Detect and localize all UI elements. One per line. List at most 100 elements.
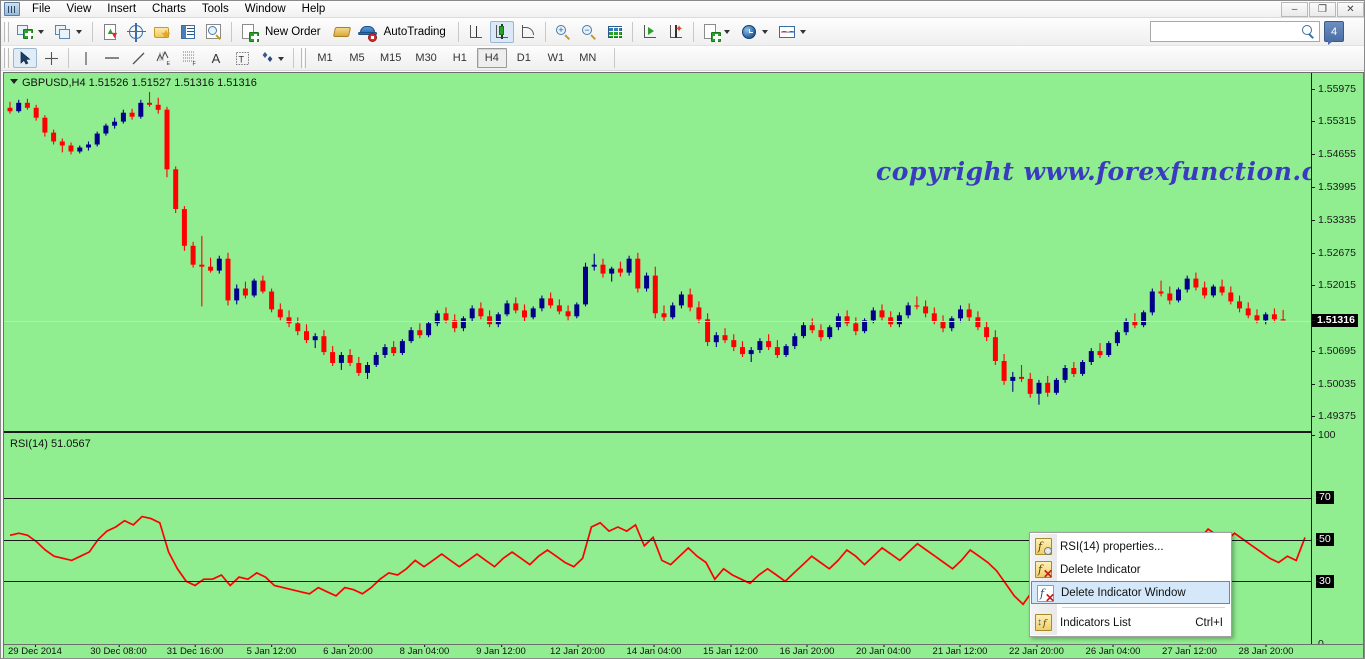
fibonacci-tool[interactable]: F xyxy=(178,48,202,68)
crosshair-tool[interactable] xyxy=(39,48,63,68)
price-tick: 1.55315 xyxy=(1312,115,1356,128)
timeframe-grip[interactable] xyxy=(301,48,306,68)
market-watch-icon: ▲ ▼ xyxy=(104,23,119,40)
chevron-down-icon[interactable] xyxy=(761,29,768,34)
timeframe-d1[interactable]: D1 xyxy=(509,48,539,68)
clock-icon xyxy=(740,23,758,41)
profiles-button[interactable] xyxy=(51,21,87,43)
menu-item-help[interactable]: Help xyxy=(294,1,334,17)
vertical-line-icon xyxy=(85,51,87,65)
restore-button[interactable]: ❐ xyxy=(1309,2,1336,17)
tile-windows-button[interactable] xyxy=(603,21,627,43)
time-tick: 14 Jan 04:00 xyxy=(626,645,682,657)
menu-item-insert[interactable]: Insert xyxy=(99,1,144,17)
price-tick: 1.52015 xyxy=(1312,279,1356,292)
strategy-tester-button[interactable] xyxy=(202,21,226,43)
notification-badge[interactable]: 4 xyxy=(1324,21,1344,45)
terminal-icon xyxy=(179,23,197,41)
metatrader-window: File View Insert Charts Tools Window Hel… xyxy=(0,0,1365,659)
price-scale[interactable]: 1.55975 1.55315 1.54655 1.53995 1.53335 1.526… xyxy=(1311,73,1363,644)
text-tool[interactable]: A xyxy=(204,48,228,68)
close-button[interactable]: ✕ xyxy=(1337,2,1364,17)
chevron-down-icon[interactable] xyxy=(799,29,806,34)
time-tick: 22 Jan 20:00 xyxy=(1009,645,1064,657)
new-chart-button[interactable] xyxy=(13,21,49,43)
ctx-rsi-properties[interactable]: f RSI(14) properties... xyxy=(1030,535,1231,558)
metaeditor-button[interactable] xyxy=(330,21,354,43)
timeframe-h4[interactable]: H4 xyxy=(476,48,507,68)
candlestick-chart-button[interactable] xyxy=(489,20,514,43)
drawtoolbar-separator-3 xyxy=(613,48,615,68)
indicators-button[interactable] xyxy=(699,21,735,43)
label-tool[interactable]: T xyxy=(230,48,254,68)
timeframe-m1[interactable]: M1 xyxy=(310,48,340,68)
price-tick: 1.54655 xyxy=(1312,148,1356,161)
search-input[interactable] xyxy=(1151,23,1300,40)
periods-button[interactable] xyxy=(737,21,773,43)
zoom-out-button[interactable]: − xyxy=(577,21,601,43)
menu-item-file[interactable]: File xyxy=(24,1,59,17)
time-tick: 29 Dec 2014 xyxy=(8,645,62,657)
menu-item-charts[interactable]: Charts xyxy=(144,1,194,17)
auto-scroll-button[interactable] xyxy=(638,21,662,43)
timeframe-h1[interactable]: H1 xyxy=(445,48,475,68)
horizontal-line-tool[interactable] xyxy=(100,48,124,68)
trendline-tool[interactable] xyxy=(126,48,150,68)
templates-icon xyxy=(778,23,796,41)
bar-chart-icon xyxy=(467,23,485,41)
shapes-tool[interactable] xyxy=(256,48,284,68)
minimize-button[interactable]: – xyxy=(1281,2,1308,17)
chart-shift-button[interactable]: ✦ xyxy=(664,21,688,43)
trendline-icon xyxy=(132,52,144,64)
zoom-in-button[interactable]: + xyxy=(551,21,575,43)
chevron-down-icon[interactable] xyxy=(723,29,730,34)
svg-text:T: T xyxy=(238,54,244,64)
ctx-delete-indicator-window[interactable]: f ✕ Delete Indicator Window xyxy=(1031,581,1230,604)
time-scale[interactable]: 29 Dec 2014 30 Dec 08:00 31 Dec 16:00 5 Jan… xyxy=(3,645,1364,658)
drawtoolbar-separator-2 xyxy=(293,48,294,68)
line-chart-button[interactable] xyxy=(516,21,540,43)
search-box[interactable] xyxy=(1150,21,1320,42)
drawtoolbar-grip[interactable] xyxy=(4,48,9,68)
timeframe-m5[interactable]: M5 xyxy=(342,48,372,68)
timeframe-m15[interactable]: M15 xyxy=(374,48,407,68)
shapes-icon xyxy=(262,52,272,62)
timeframe-m30[interactable]: M30 xyxy=(409,48,442,68)
bar-chart-button[interactable] xyxy=(464,21,488,43)
terminal-button[interactable] xyxy=(176,21,200,43)
new-order-button[interactable]: New Order xyxy=(237,21,328,43)
market-watch-button[interactable]: ▲ ▼ xyxy=(98,21,122,43)
vertical-line-tool[interactable] xyxy=(74,48,98,68)
time-tick: 27 Jan 12:00 xyxy=(1162,645,1217,657)
toolbar-separator xyxy=(231,21,232,42)
crosshair-icon xyxy=(127,22,146,42)
menu-item-tools[interactable]: Tools xyxy=(194,1,237,17)
menu-item-view[interactable]: View xyxy=(59,1,100,17)
price-pane[interactable]: GBPUSD,H4 1.51526 1.51527 1.51316 1.5131… xyxy=(4,73,1363,433)
metatrader-logo-icon xyxy=(4,2,20,16)
ctx-indicators-list[interactable]: ↕ f Indicators List Ctrl+I xyxy=(1030,611,1231,634)
menu-item-window[interactable]: Window xyxy=(237,1,294,17)
timeframe-mn[interactable]: MN xyxy=(573,48,603,68)
templates-button[interactable] xyxy=(775,21,811,43)
elliott-wave-tool[interactable]: E xyxy=(152,48,176,68)
autotrading-button[interactable]: AutoTrading xyxy=(356,21,453,43)
rsi-tick: 30 xyxy=(1316,574,1334,588)
ctx-delete-indicator[interactable]: f ✕ Delete Indicator xyxy=(1030,558,1231,581)
chevron-down-icon[interactable] xyxy=(278,57,284,61)
search-magnifier-icon[interactable] xyxy=(1300,23,1316,40)
timeframe-w1[interactable]: W1 xyxy=(541,48,571,68)
chevron-down-icon[interactable] xyxy=(76,29,82,34)
chart-menu-caret-icon[interactable] xyxy=(10,79,18,84)
time-tick: 21 Jan 12:00 xyxy=(932,645,988,657)
chevron-down-icon[interactable] xyxy=(38,29,44,34)
elliott-wave-icon: E xyxy=(156,50,171,66)
navigator-button[interactable]: ★ xyxy=(150,21,174,43)
indicator-context-menu[interactable]: f RSI(14) properties... f ✕ Delete Indica… xyxy=(1029,532,1232,637)
cursor-tool[interactable] xyxy=(13,48,37,68)
crosshair-button[interactable] xyxy=(124,21,148,43)
time-tick: 9 Jan 12:00 xyxy=(476,645,526,657)
tile-windows-icon xyxy=(606,23,624,41)
toolbar-grip[interactable] xyxy=(4,21,9,42)
svg-text:F: F xyxy=(193,62,197,67)
